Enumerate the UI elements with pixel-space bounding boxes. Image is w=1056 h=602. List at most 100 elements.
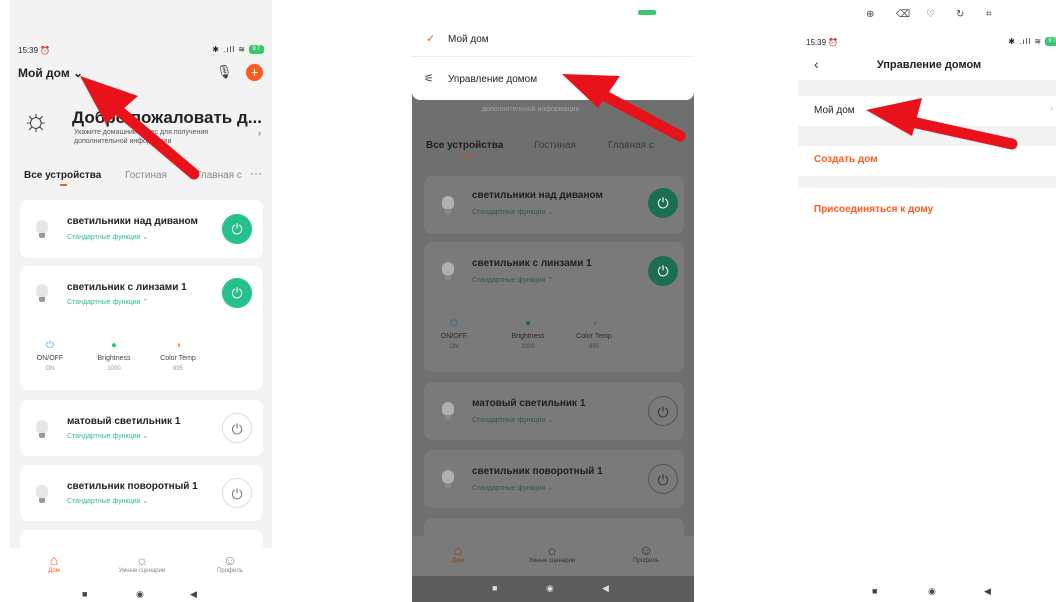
device-functions[interactable]: Стандартные функции ⌃ bbox=[472, 276, 553, 284]
device-card-expanded[interactable]: светильник с линзами 1 Стандартные функц… bbox=[424, 242, 684, 372]
power-button[interactable]: ⏻ bbox=[648, 396, 678, 426]
back-icon[interactable]: ◀ bbox=[984, 586, 991, 597]
power-button[interactable]: ⏻ bbox=[648, 464, 678, 494]
phone-home-menu-open: дополнительной информации Все устройства… bbox=[412, 0, 694, 602]
rotate-icon[interactable]: ↻ bbox=[956, 9, 964, 20]
menu-item-my-home[interactable]: Мой дом bbox=[448, 34, 489, 45]
device-functions[interactable]: Стандартные функции ⌄ bbox=[67, 233, 148, 241]
recents-icon[interactable]: ■ bbox=[492, 583, 497, 593]
device-card[interactable]: светильники над диваном Стандартные функ… bbox=[20, 200, 263, 258]
power-icon: ⏻ bbox=[450, 318, 458, 329]
tab-living-room[interactable]: Гостиная bbox=[534, 140, 576, 151]
crop-icon[interactable]: ⌗ bbox=[986, 9, 992, 20]
power-button[interactable]: ⏻ bbox=[222, 478, 252, 508]
heart-icon[interactable]: ♡ bbox=[926, 9, 935, 20]
tab-all-devices[interactable]: Все устройства bbox=[426, 140, 503, 151]
system-nav-bar: ■ ◉ ◀ bbox=[10, 584, 272, 602]
bulb-icon bbox=[442, 402, 454, 422]
chevron-right-icon: › bbox=[1050, 103, 1054, 114]
tab-living-room[interactable]: Гостиная bbox=[125, 170, 167, 181]
device-card[interactable]: матовый светильник 1 Стандартные функции… bbox=[20, 400, 263, 456]
control-brightness[interactable]: ● Brightness 1000 bbox=[508, 318, 548, 350]
home-nav-icon[interactable]: ◉ bbox=[136, 589, 144, 600]
back-icon[interactable]: ◀ bbox=[602, 583, 609, 594]
bulb-icon bbox=[36, 485, 48, 505]
recents-icon[interactable]: ■ bbox=[82, 589, 87, 599]
back-icon[interactable]: ◀ bbox=[190, 589, 197, 600]
control-onoff[interactable]: ⏻ ON/OFF ON bbox=[434, 318, 474, 350]
tab-profile[interactable]: ☺ Профиль bbox=[200, 552, 260, 574]
home-name: Мой дом bbox=[814, 105, 855, 116]
sun-icon: ☼ bbox=[135, 552, 149, 568]
device-functions[interactable]: Стандартные функции ⌄ bbox=[472, 208, 553, 216]
tab-scenes[interactable]: ☼ Умные сценарии bbox=[112, 552, 172, 574]
welcome-subtitle[interactable]: Укажите домашний адрес для получения доп… bbox=[74, 128, 244, 146]
power-button[interactable]: ⏻ bbox=[222, 413, 252, 443]
phone-home-management: ⊕ ⌫ ♡ ↻ ⌗ 15:39 ⏰ ✱ .ıll ≋ 97 ‹ Управлен… bbox=[798, 0, 1056, 602]
welcome-subtitle: дополнительной информации bbox=[482, 106, 580, 113]
sun-icon: ☼ bbox=[22, 104, 50, 137]
power-button[interactable]: ⏻ bbox=[648, 256, 678, 286]
tab-scenes[interactable]: ☼ Умные сценарии bbox=[522, 542, 582, 564]
status-bar: 15:39 ⏰ ✱ .ıll ≋ 97 bbox=[10, 40, 272, 62]
device-card[interactable]: матовый светильник 1 Стандартные функции… bbox=[424, 382, 684, 440]
color-temp-icon: ◑ bbox=[174, 340, 182, 351]
device-card[interactable]: светильники над диваном Стандартные функ… bbox=[424, 176, 684, 234]
tab-main-room[interactable]: Главная с bbox=[608, 140, 654, 151]
system-nav-bar: ■ ◉ ◀ bbox=[798, 580, 1056, 602]
control-color-temp[interactable]: ◑ Color Temp 895 bbox=[574, 318, 614, 350]
power-button[interactable]: ⏻ bbox=[222, 278, 252, 308]
tab-home[interactable]: ⌂ Дом bbox=[428, 542, 488, 564]
bulb-icon bbox=[442, 470, 454, 490]
control-brightness[interactable]: ● Brightness 1000 bbox=[94, 340, 134, 372]
device-functions[interactable]: Стандартные функции ⌄ bbox=[67, 432, 148, 440]
bulb-icon bbox=[36, 420, 48, 440]
home-nav-icon[interactable]: ◉ bbox=[546, 583, 554, 594]
sun-icon: ☼ bbox=[545, 542, 559, 558]
power-button[interactable]: ⏻ bbox=[648, 188, 678, 218]
device-name: светильник с линзами 1 bbox=[67, 282, 187, 293]
tab-main-room[interactable]: Главная с bbox=[196, 170, 242, 181]
device-card-expanded[interactable]: светильник с линзами 1 Стандартные функц… bbox=[20, 266, 263, 390]
home-nav-icon[interactable]: ◉ bbox=[928, 586, 936, 597]
settings-sliders-icon: ⚟ bbox=[424, 73, 434, 85]
profile-icon: ☺ bbox=[222, 552, 238, 568]
add-icon[interactable]: + bbox=[246, 64, 263, 81]
power-icon: ⏻ bbox=[46, 340, 54, 351]
brightness-icon: ● bbox=[524, 318, 532, 329]
mic-icon[interactable]: 🎙︎ bbox=[216, 64, 233, 80]
bottom-tab-bar: ⌂ Дом ☼ Умные сценарии ☺ Профиль bbox=[10, 548, 272, 584]
status-time: 15:39 ⏰ bbox=[806, 38, 839, 47]
menu-item-manage-home[interactable]: Управление домом bbox=[448, 74, 537, 85]
header: ‹ Управление домом bbox=[798, 54, 1056, 80]
create-home-button[interactable]: Создать дом bbox=[798, 146, 1056, 176]
device-card[interactable]: светильник поворотный 1 Стандартные функ… bbox=[424, 450, 684, 508]
bulb-icon bbox=[442, 262, 454, 282]
power-button[interactable]: ⏻ bbox=[222, 214, 252, 244]
control-color-temp[interactable]: ◑ Color Temp 895 bbox=[158, 340, 198, 372]
tab-profile[interactable]: ☺ Профиль bbox=[616, 542, 676, 564]
trash-icon[interactable]: ⌫ bbox=[896, 9, 910, 20]
more-icon[interactable]: ··· bbox=[250, 166, 262, 180]
battery-icon: 97 bbox=[249, 45, 264, 55]
device-name: матовый светильник 1 bbox=[67, 416, 181, 427]
recents-icon[interactable]: ■ bbox=[872, 586, 877, 596]
device-card[interactable]: светильник поворотный 1 Стандартные функ… bbox=[20, 465, 263, 521]
join-home-button[interactable]: Присоединяться к дому bbox=[814, 204, 933, 215]
tab-all-devices[interactable]: Все устройства bbox=[24, 170, 101, 181]
control-onoff[interactable]: ⏻ ON/OFF ON bbox=[30, 340, 70, 372]
tab-home[interactable]: ⌂ Дом bbox=[24, 552, 84, 574]
device-name: светильник с линзами 1 bbox=[472, 258, 592, 269]
home-dropdown-menu: ✓ Мой дом ⚟ Управление домом bbox=[412, 26, 694, 100]
device-functions[interactable]: Стандартные функции ⌄ bbox=[67, 497, 148, 505]
bulb-icon bbox=[442, 196, 454, 216]
zoom-icon[interactable]: ⊕ bbox=[866, 9, 874, 20]
device-functions[interactable]: Стандартные функции ⌄ bbox=[472, 484, 553, 492]
chevron-right-icon[interactable]: › bbox=[258, 128, 261, 138]
device-functions[interactable]: Стандартные функции ⌄ bbox=[472, 416, 553, 424]
bottom-tab-bar: ⌂ Дом ☼ Умные сценарии ☺ Профиль bbox=[412, 536, 694, 576]
home-selector[interactable]: Мой дом ⌄ bbox=[18, 66, 83, 80]
tab-indicator bbox=[462, 154, 469, 156]
home-list-item[interactable]: Мой дом › bbox=[798, 96, 1056, 126]
device-functions[interactable]: Стандартные функции ⌃ bbox=[67, 298, 148, 306]
